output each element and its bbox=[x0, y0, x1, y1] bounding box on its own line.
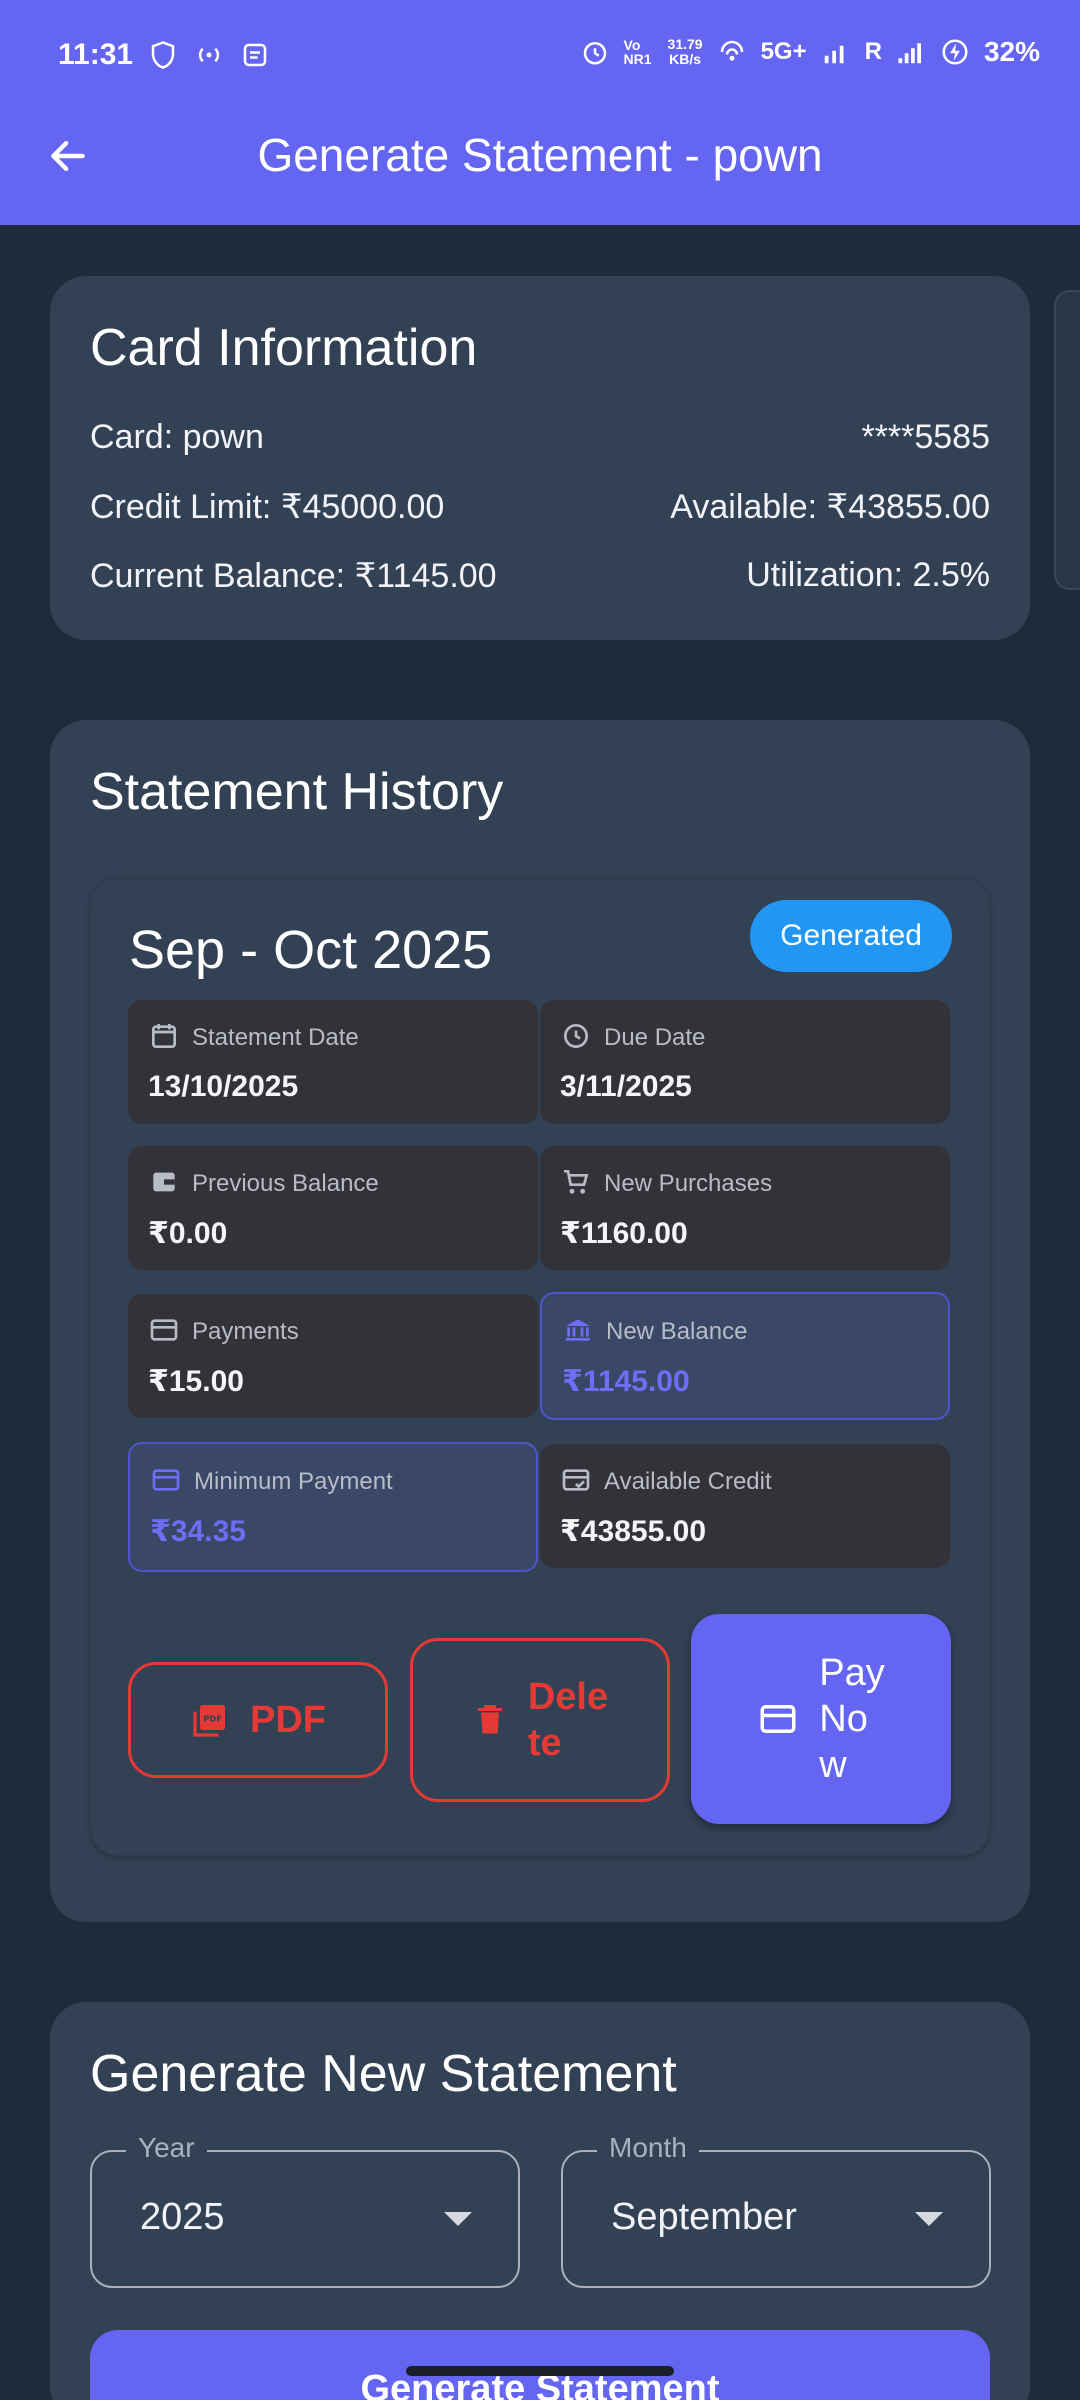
tile-statement-date: Statement Date 13/10/2025 bbox=[128, 1000, 538, 1124]
pdf-label: PDF bbox=[250, 1698, 326, 1741]
month-label: Month bbox=[597, 2132, 699, 2164]
wallet-icon bbox=[153, 1172, 175, 1192]
status-badge: Generated bbox=[750, 900, 952, 972]
page-title: Generate Statement - pown bbox=[257, 129, 823, 181]
pdf-icon: PDF bbox=[193, 1705, 225, 1737]
status-bar: 11:31 Vo NR1 31.79 KB/s 5G+ R 32% bbox=[0, 0, 1080, 110]
generate-statement-button[interactable]: Generate Statement bbox=[90, 2330, 990, 2400]
status-left-icons bbox=[148, 40, 270, 70]
app-notification-icon bbox=[243, 43, 267, 67]
vpn-shield-icon bbox=[151, 41, 175, 69]
battery-charging-icon bbox=[942, 39, 968, 65]
tile-value: ₹1160.00 bbox=[560, 1217, 688, 1250]
current-balance: Current Balance: ₹1145.00 bbox=[90, 557, 497, 595]
pay-now-label: Pay No w bbox=[819, 1650, 884, 1788]
volte-indicator: Vo NR1 bbox=[623, 37, 652, 67]
cart-icon bbox=[564, 1170, 589, 1194]
battery-level: 32% bbox=[983, 36, 1040, 67]
pay-label-line: Pay bbox=[819, 1652, 885, 1694]
month-select[interactable]: Month September bbox=[561, 2132, 991, 2288]
tile-payments: Payments ₹15.00 bbox=[128, 1294, 538, 1418]
next-card-peek[interactable] bbox=[1054, 290, 1080, 590]
tile-label: Available Credit bbox=[604, 1468, 772, 1495]
card-check-icon bbox=[562, 1469, 590, 1491]
card-name: Card: pown bbox=[90, 418, 264, 456]
balance-row: Current Balance: ₹1145.00 Utilization: 2… bbox=[90, 556, 990, 596]
tile-new-balance: New Balance ₹1145.00 bbox=[540, 1292, 950, 1420]
tile-value: ₹34.35 bbox=[150, 1515, 246, 1548]
generate-heading: Generate New Statement bbox=[90, 2045, 677, 2103]
limit-row: Credit Limit: ₹45000.00 Available: ₹4385… bbox=[90, 487, 990, 527]
tile-new-purchases: New Purchases ₹1160.00 bbox=[540, 1146, 950, 1270]
tile-label: Minimum Payment bbox=[194, 1468, 393, 1495]
tile-label: Statement Date bbox=[192, 1024, 359, 1051]
tile-label: Due Date bbox=[604, 1024, 706, 1051]
statement-history-panel: Statement History Sep - Oct 2025 Generat… bbox=[50, 720, 1030, 1922]
clock-icon bbox=[564, 1024, 588, 1048]
tile-value: 13/10/2025 bbox=[148, 1070, 299, 1103]
card-icon bbox=[760, 1705, 796, 1733]
utilization: Utilization: 2.5% bbox=[746, 556, 990, 594]
signal-icon bbox=[824, 45, 844, 64]
trash-icon bbox=[477, 1705, 502, 1734]
home-indicator[interactable] bbox=[406, 2366, 674, 2376]
year-label: Year bbox=[126, 2132, 207, 2164]
app-header: 11:31 Vo NR1 31.79 KB/s 5G+ R 32% Genera… bbox=[0, 0, 1080, 225]
tile-due-date: Due Date 3/11/2025 bbox=[540, 1000, 950, 1124]
year-value: 2025 bbox=[140, 2196, 225, 2238]
history-heading: Statement History bbox=[90, 763, 504, 821]
delete-button[interactable]: Dele te bbox=[410, 1638, 670, 1802]
available-credit: Available: ₹43855.00 bbox=[670, 488, 990, 526]
pay-label-line: No bbox=[819, 1698, 868, 1740]
card-info-heading: Card Information bbox=[90, 319, 478, 377]
network-type: 5G+ bbox=[760, 38, 807, 65]
bank-icon bbox=[566, 1319, 590, 1341]
net-speed: 31.79 KB/s bbox=[667, 36, 703, 67]
alarm-icon bbox=[583, 42, 606, 65]
dropdown-arrow-icon bbox=[915, 2212, 943, 2226]
statement-period: Sep - Oct 2025 bbox=[129, 920, 493, 980]
tile-label: Payments bbox=[192, 1318, 299, 1345]
dropdown-arrow-icon bbox=[444, 2212, 472, 2226]
delete-label-line: te bbox=[527, 1722, 562, 1764]
tile-label: New Balance bbox=[606, 1318, 748, 1345]
card-number: ****5585 bbox=[861, 418, 990, 456]
pay-label-line: w bbox=[819, 1744, 847, 1786]
card-row: Card: pown ****5585 bbox=[90, 418, 990, 457]
tile-label: New Purchases bbox=[604, 1170, 773, 1197]
tile-value: 3/11/2025 bbox=[560, 1070, 692, 1103]
tile-value: ₹43855.00 bbox=[560, 1515, 707, 1548]
card-information-panel: Card Information Card: pown ****5585 Cre… bbox=[50, 276, 1030, 640]
tile-minimum-payment: Minimum Payment ₹34.35 bbox=[128, 1442, 538, 1572]
tile-label: Previous Balance bbox=[192, 1170, 379, 1197]
card-icon bbox=[150, 1319, 178, 1341]
tile-value: ₹1145.00 bbox=[562, 1365, 690, 1398]
tile-value: ₹15.00 bbox=[148, 1365, 244, 1398]
roaming-indicator: R bbox=[864, 38, 882, 65]
hotspot-icon bbox=[198, 47, 220, 63]
year-select[interactable]: Year 2025 bbox=[90, 2132, 520, 2288]
tile-previous-balance: Previous Balance ₹0.00 bbox=[128, 1146, 538, 1270]
calendar-icon bbox=[152, 1024, 176, 1048]
pay-now-button[interactable]: Pay No w bbox=[691, 1614, 951, 1824]
delete-label-line: Dele bbox=[527, 1676, 609, 1718]
month-value: September bbox=[611, 2196, 797, 2238]
wifi-calling-icon bbox=[720, 40, 743, 61]
card-icon bbox=[152, 1469, 180, 1491]
tile-value: ₹0.00 bbox=[148, 1217, 228, 1250]
svg-text:PDF: PDF bbox=[203, 1714, 222, 1724]
pdf-button[interactable]: PDF PDF bbox=[128, 1662, 388, 1778]
credit-limit: Credit Limit: ₹45000.00 bbox=[90, 488, 445, 526]
delete-label: Dele te bbox=[528, 1674, 608, 1766]
status-time: 11:31 bbox=[58, 38, 134, 71]
status-right-icons: Vo NR1 31.79 KB/s 5G+ R 32% bbox=[580, 36, 1040, 68]
signal-2-icon bbox=[898, 43, 921, 64]
tile-available-credit: Available Credit ₹43855.00 bbox=[540, 1444, 950, 1568]
